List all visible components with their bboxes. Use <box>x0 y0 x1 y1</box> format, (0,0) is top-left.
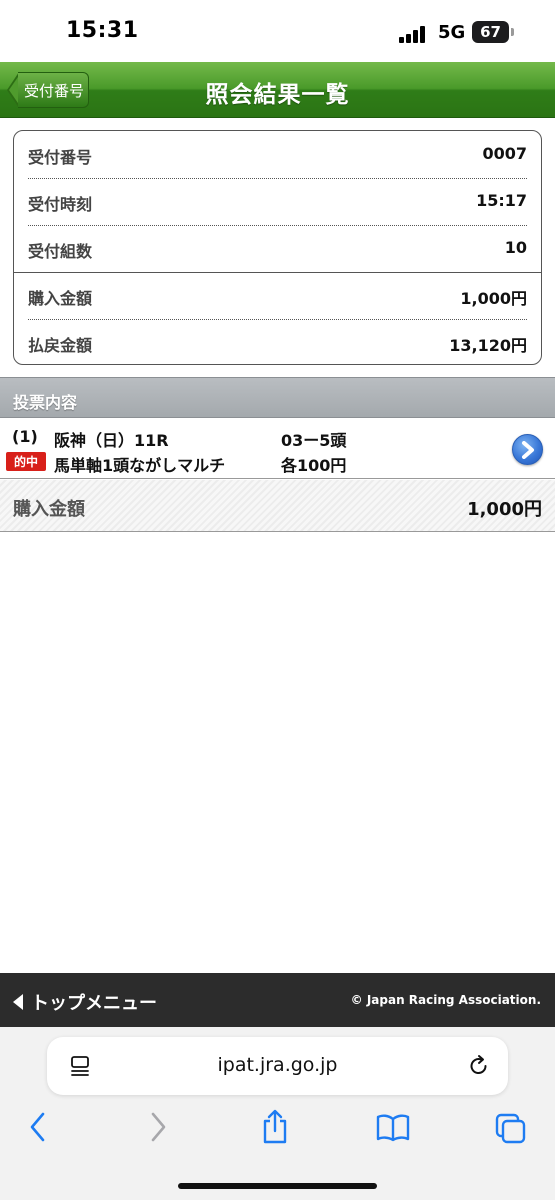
receipt-number-row: 受付番号 0007 <box>14 131 541 177</box>
reload-icon[interactable] <box>468 1054 490 1082</box>
bet-total-value: 1,000円 <box>467 499 542 520</box>
payout-amount-row: 払戻金額 13,120円 <box>14 319 541 364</box>
triangle-left-icon <box>13 994 23 1010</box>
bet-race: 阪神（日）11R <box>54 431 169 450</box>
status-time: 15:31 <box>66 18 139 43</box>
receipt-count-value: 10 <box>504 238 527 257</box>
bet-type: 馬単軸1頭ながしマルチ <box>54 456 226 475</box>
bet-number: (1) <box>12 427 38 446</box>
top-menu-link[interactable]: トップメニュー <box>13 989 157 1015</box>
copyright: © Japan Racing Association. <box>350 993 541 1007</box>
top-menu-label: トップメニュー <box>31 993 157 1014</box>
browser-toolbar: ipat.jra.go.jp <box>0 1027 555 1200</box>
battery-icon: 67 <box>472 21 514 43</box>
url-text: ipat.jra.go.jp <box>217 1054 338 1076</box>
forward-nav-icon[interactable] <box>146 1109 170 1149</box>
receipt-time-label: 受付時刻 <box>28 195 93 214</box>
payout-amount-value: 13,120円 <box>449 336 527 355</box>
bet-list-item[interactable]: (1) 阪神（日）11R 03ー5頭 的中 馬単軸1頭ながしマルチ 各100円 <box>0 419 555 479</box>
status-bar: 15:31 5G 67 <box>0 0 555 62</box>
bet-selection: 03ー5頭 <box>281 431 347 450</box>
battery-level: 67 <box>480 23 501 41</box>
app-header: 受付番号 照会結果一覧 <box>0 62 555 118</box>
hit-badge: 的中 <box>6 452 46 471</box>
receipt-time-value: 15:17 <box>476 191 527 210</box>
receipt-number-value: 0007 <box>482 144 527 163</box>
tabs-icon[interactable] <box>494 1109 528 1149</box>
receipt-count-label: 受付組数 <box>28 242 93 261</box>
bet-unit-amount: 各100円 <box>281 456 347 475</box>
purchase-amount-label: 購入金額 <box>28 289 93 308</box>
section-title: 投票内容 <box>13 393 78 412</box>
address-bar[interactable]: ipat.jra.go.jp <box>47 1037 508 1095</box>
payout-amount-label: 払戻金額 <box>28 336 93 355</box>
bet-total-row: 購入金額 1,000円 <box>0 480 555 532</box>
network-type: 5G <box>438 22 466 43</box>
receipt-count-row: 受付組数 10 <box>14 225 541 271</box>
receipt-number-label: 受付番号 <box>28 148 93 167</box>
back-nav-icon[interactable] <box>26 1109 50 1149</box>
share-icon[interactable] <box>260 1109 290 1149</box>
purchase-amount-row: 購入金額 1,000円 <box>14 272 541 318</box>
footer-bar: トップメニュー © Japan Racing Association. <box>0 973 555 1027</box>
bet-total-label: 購入金額 <box>13 499 85 520</box>
page-title: 照会結果一覧 <box>205 82 350 108</box>
receipt-summary-card: 受付番号 0007 受付時刻 15:17 受付組数 10 購入金額 1,000円… <box>13 130 542 365</box>
home-indicator <box>178 1183 377 1189</box>
bet-content-section-header: 投票内容 <box>0 377 555 418</box>
chevron-right-icon[interactable] <box>512 434 543 465</box>
bookmarks-icon[interactable] <box>375 1109 411 1149</box>
cellular-signal-icon <box>399 25 429 43</box>
receipt-time-row: 受付時刻 15:17 <box>14 178 541 224</box>
purchase-amount-value: 1,000円 <box>460 289 527 308</box>
